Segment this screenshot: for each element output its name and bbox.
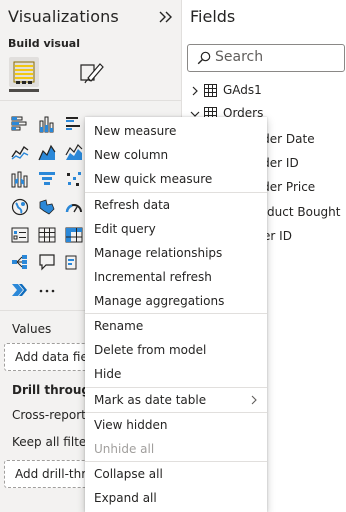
active-tab-indicator (9, 89, 39, 92)
menu-unhide-all: Unhide all (94, 442, 155, 456)
ribbon-chart-icon[interactable] (11, 170, 29, 188)
menu-delete-from-model[interactable]: Delete from model (85, 338, 267, 362)
cross-report-label: Cross-report (12, 408, 86, 422)
chevron-right-icon[interactable] (190, 85, 200, 97)
menu-view-hidden[interactable]: View hidden (85, 413, 267, 437)
table-context-menu: New measure New column New quick measure… (85, 117, 267, 512)
build-visual-tab[interactable] (9, 57, 39, 87)
visualizations-title: Visualizations (8, 7, 119, 26)
fields-search-input[interactable]: Search (187, 44, 345, 72)
funnel-icon[interactable] (38, 170, 56, 188)
menu-edit-query[interactable]: Edit query (85, 217, 267, 241)
menu-manage-relationships[interactable]: Manage relationships (85, 241, 267, 265)
menu-mark-as-date-table[interactable]: Mark as date table (85, 388, 267, 412)
format-brush-icon (80, 63, 104, 84)
search-icon (197, 51, 211, 65)
menu-rename[interactable]: Rename (85, 314, 267, 338)
menu-expand-all[interactable]: Expand all (85, 486, 267, 510)
decomposition-tree-icon[interactable] (11, 253, 29, 271)
matrix-icon[interactable] (65, 226, 83, 244)
menu-new-column[interactable]: New column (85, 143, 267, 167)
fields-title: Fields (190, 7, 236, 26)
gauge-icon[interactable] (65, 198, 83, 216)
pane-divider (0, 100, 181, 101)
table-name: GAds1 (223, 83, 262, 97)
power-automate-icon[interactable] (11, 281, 29, 299)
menu-new-quick-measure[interactable]: New quick measure (85, 167, 267, 191)
table-icon (204, 84, 217, 97)
format-visual-tab[interactable] (76, 57, 106, 87)
clustered-bar-chart-icon[interactable] (65, 115, 83, 133)
area-chart-icon[interactable] (38, 143, 56, 161)
scatter-chart-icon[interactable] (65, 170, 83, 188)
stacked-column-chart-icon[interactable] (38, 115, 56, 133)
line-chart-icon[interactable] (11, 143, 29, 161)
search-placeholder: Search (215, 49, 264, 65)
values-label: Values (12, 322, 52, 336)
slicer-icon[interactable] (11, 226, 29, 244)
table-icon[interactable] (38, 226, 56, 244)
menu-collapse-all[interactable]: Collapse all (85, 462, 267, 486)
stacked-bar-chart-icon[interactable] (11, 115, 29, 133)
qna-icon[interactable] (38, 253, 56, 271)
filled-map-icon[interactable] (38, 198, 56, 216)
chevron-right-icon (251, 395, 257, 405)
menu-new-measure[interactable]: New measure (85, 119, 267, 143)
build-visual-label: Build visual (8, 37, 80, 50)
key-influencers-icon[interactable] (65, 253, 83, 271)
stacked-area-chart-icon[interactable] (65, 143, 83, 161)
build-visual-icon (13, 61, 35, 84)
menu-refresh-data[interactable]: Refresh data (85, 193, 267, 217)
more-visuals-icon[interactable] (38, 281, 56, 299)
map-icon[interactable] (11, 198, 29, 216)
menu-manage-aggregations[interactable]: Manage aggregations (85, 289, 267, 313)
collapse-pane-icon[interactable] (158, 10, 174, 24)
menu-item-label: Mark as date table (94, 393, 207, 407)
menu-hide[interactable]: Hide (85, 362, 267, 386)
menu-incremental-refresh[interactable]: Incremental refresh (85, 265, 267, 289)
